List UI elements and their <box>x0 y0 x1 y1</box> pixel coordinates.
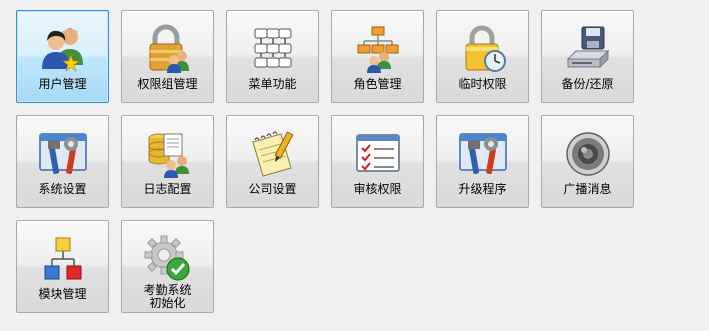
upgrade-tools-icon <box>457 128 509 180</box>
company-settings-button[interactable]: 公司设置 <box>226 115 319 208</box>
lock-clock-icon <box>457 23 509 75</box>
temporary-permission-button[interactable]: 临时权限 <box>436 10 529 103</box>
role-tree-icon <box>352 23 404 75</box>
users-icon <box>37 23 89 75</box>
log-database-icon <box>142 128 194 180</box>
backup-restore-button[interactable]: 备份/还原 <box>541 10 634 103</box>
permission-group-button[interactable]: 权限组管理 <box>121 10 214 103</box>
temporary-permission-label: 临时权限 <box>458 77 507 91</box>
log-config-button[interactable]: 日志配置 <box>121 115 214 208</box>
speaker-icon <box>562 128 614 180</box>
user-management-label: 用户管理 <box>38 77 87 91</box>
audit-permission-label: 审核权限 <box>353 182 402 196</box>
module-management-label: 模块管理 <box>38 287 87 301</box>
company-settings-label: 公司设置 <box>248 182 297 196</box>
system-tools-icon <box>37 128 89 180</box>
module-hierarchy-icon <box>37 233 89 285</box>
menu-function-label: 菜单功能 <box>248 77 297 91</box>
module-management-button[interactable]: 模块管理 <box>16 220 109 313</box>
broadcast-message-button[interactable]: 广播消息 <box>541 115 634 208</box>
system-settings-button[interactable]: 系统设置 <box>16 115 109 208</box>
log-config-label: 日志配置 <box>143 182 192 196</box>
notepad-pencil-icon <box>247 128 299 180</box>
role-management-button[interactable]: 角色管理 <box>331 10 424 103</box>
role-management-label: 角色管理 <box>353 77 402 91</box>
system-settings-label: 系统设置 <box>38 182 87 196</box>
user-management-button[interactable]: 用户管理 <box>16 10 109 103</box>
gear-check-icon <box>142 233 194 285</box>
attendance-init-button[interactable]: 考勤系统 初始化 <box>121 220 214 313</box>
attendance-init-label: 考勤系统 初始化 <box>122 284 213 310</box>
upgrade-program-label: 升级程序 <box>458 182 507 196</box>
menu-tree-icon <box>247 23 299 75</box>
attendance-init-label-line2: 初始化 <box>149 296 186 310</box>
permission-group-label: 权限组管理 <box>137 77 198 91</box>
menu-function-button[interactable]: 菜单功能 <box>226 10 319 103</box>
audit-permission-button[interactable]: 审核权限 <box>331 115 424 208</box>
broadcast-message-label: 广播消息 <box>563 182 612 196</box>
checklist-icon <box>352 128 404 180</box>
function-panel: 用户管理 权限组管理 菜单功能 角色管理 临时权限 备份/还原 系统设置 日志配… <box>0 0 709 331</box>
upgrade-program-button[interactable]: 升级程序 <box>436 115 529 208</box>
backup-drive-icon <box>562 23 614 75</box>
backup-restore-label: 备份/还原 <box>561 77 614 91</box>
lock-group-icon <box>142 23 194 75</box>
